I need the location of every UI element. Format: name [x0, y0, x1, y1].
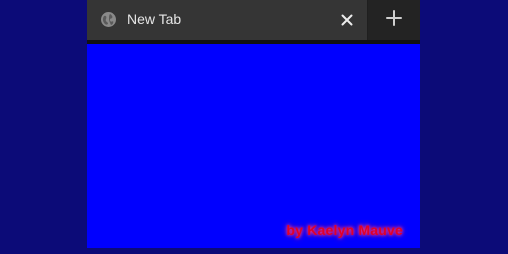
page-content: by Kaelyn Mauve	[87, 44, 420, 248]
close-icon[interactable]	[337, 10, 357, 30]
plus-icon	[386, 9, 402, 31]
tab-new-tab[interactable]: New Tab	[87, 0, 367, 40]
desktop-background: New Tab by Kaelyn Mauve	[0, 0, 508, 254]
globe-icon	[100, 11, 117, 28]
new-tab-button[interactable]	[368, 0, 420, 40]
tab-title: New Tab	[127, 11, 182, 27]
browser-window: New Tab by Kaelyn Mauve	[87, 0, 420, 248]
watermark-text: by Kaelyn Mauve	[286, 222, 403, 238]
tab-strip: New Tab	[87, 0, 420, 43]
